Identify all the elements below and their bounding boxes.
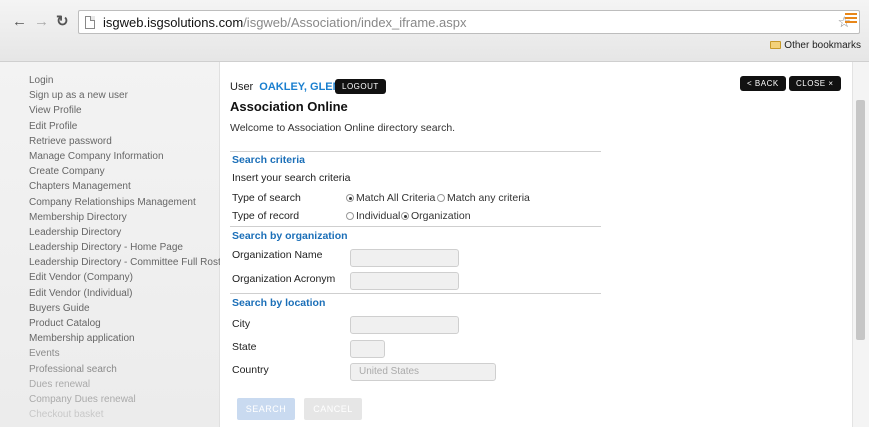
- sidebar-item-product-catalog[interactable]: Product Catalog: [0, 316, 219, 331]
- city-label: City: [232, 318, 251, 330]
- logout-button[interactable]: LOGOUT: [335, 79, 386, 94]
- sidebar-item-membership-directory[interactable]: Membership Directory: [0, 210, 219, 225]
- sidebar-item-buyers-guide[interactable]: Buyers Guide: [0, 301, 219, 316]
- sidebar-item-sign-up[interactable]: Sign up as a new user: [0, 88, 219, 103]
- radio-individual[interactable]: Individual: [346, 210, 400, 222]
- back-arrow-icon[interactable]: ←: [12, 14, 27, 30]
- organization-name-label: Organization Name: [232, 249, 323, 261]
- radio-match-any[interactable]: Match any criteria: [437, 192, 530, 204]
- country-select[interactable]: United States: [350, 363, 496, 381]
- back-button[interactable]: < BACK: [740, 76, 786, 91]
- organization-name-input[interactable]: [350, 249, 459, 267]
- radio-individual-indicator[interactable]: [346, 212, 354, 220]
- radio-individual-label: Individual: [356, 210, 401, 222]
- sidebar-item-manage-company[interactable]: Manage Company Information: [0, 149, 219, 164]
- country-label: Country: [232, 364, 269, 376]
- sidebar: Login Sign up as a new user View Profile…: [0, 62, 230, 427]
- search-button[interactable]: SEARCH: [237, 398, 295, 420]
- other-bookmarks-label: Other bookmarks: [784, 40, 861, 51]
- reload-icon[interactable]: ↻: [56, 14, 69, 30]
- sidebar-item-view-profile[interactable]: View Profile: [0, 103, 219, 118]
- sidebar-item-edit-vendor-individual[interactable]: Edit Vendor (Individual): [0, 286, 219, 301]
- radio-match-all[interactable]: Match All Criteria: [346, 192, 435, 204]
- sidebar-item-company-dues-renewal[interactable]: Company Dues renewal: [0, 392, 219, 407]
- sidebar-item-membership-application[interactable]: Membership application: [0, 331, 219, 346]
- sidebar-item-leadership-directory[interactable]: Leadership Directory: [0, 225, 219, 240]
- radio-match-all-label: Match All Criteria: [356, 192, 436, 204]
- state-label: State: [232, 341, 257, 353]
- radio-organization[interactable]: Organization: [401, 210, 471, 222]
- location-heading: Search by location: [232, 297, 326, 309]
- type-of-record-label: Type of record: [232, 210, 300, 222]
- sidebar-item-dues-renewal[interactable]: Dues renewal: [0, 377, 219, 392]
- forward-arrow-icon[interactable]: →: [34, 14, 49, 30]
- organization-heading: Search by organization: [232, 230, 348, 242]
- radio-match-all-indicator[interactable]: [346, 194, 354, 202]
- cancel-button[interactable]: CANCEL: [304, 398, 362, 420]
- url-host: isgweb.isgsolutions.com: [103, 15, 244, 30]
- user-prefix: User: [230, 81, 254, 93]
- organization-acronym-label: Organization Acronym: [232, 273, 336, 285]
- address-bar[interactable]: isgweb.isgsolutions.com/isgweb/Associati…: [78, 10, 860, 34]
- sidebar-item-events[interactable]: Events: [0, 346, 219, 361]
- sidebar-item-retrieve-password[interactable]: Retrieve password: [0, 134, 219, 149]
- search-criteria-instruction: Insert your search criteria: [232, 172, 351, 184]
- page-scrollbar[interactable]: [852, 62, 869, 427]
- sidebar-item-edit-profile[interactable]: Edit Profile: [0, 119, 219, 134]
- user-name-link[interactable]: OAKLEY, GLEN: [259, 81, 340, 93]
- city-input[interactable]: [350, 316, 459, 334]
- scrollbar-thumb[interactable]: [856, 100, 865, 340]
- welcome-text: Welcome to Association Online directory …: [230, 122, 456, 134]
- url-path: /isgweb/Association/index_iframe.aspx: [243, 15, 467, 30]
- organization-acronym-input[interactable]: [350, 272, 459, 290]
- close-button[interactable]: CLOSE ×: [789, 76, 841, 91]
- divider: [230, 226, 601, 227]
- sidebar-item-professional-search[interactable]: Professional search: [0, 362, 219, 377]
- sidebar-item-edit-vendor-company[interactable]: Edit Vendor (Company): [0, 270, 219, 285]
- page-icon: [85, 16, 95, 29]
- other-bookmarks[interactable]: Other bookmarks: [770, 40, 861, 51]
- sidebar-item-leadership-committee[interactable]: Leadership Directory - Committee Full Ro…: [0, 255, 230, 270]
- user-line: User OAKLEY, GLEN: [230, 81, 341, 93]
- page-title: Association Online: [230, 99, 348, 114]
- type-of-search-label: Type of search: [232, 192, 301, 204]
- radio-match-any-label: Match any criteria: [447, 192, 530, 204]
- folder-icon: [770, 41, 782, 49]
- radio-organization-indicator[interactable]: [401, 212, 409, 220]
- sidebar-item-leadership-home[interactable]: Leadership Directory - Home Page: [0, 240, 219, 255]
- sidebar-menu: Login Sign up as a new user View Profile…: [0, 62, 230, 422]
- divider: [230, 293, 601, 294]
- radio-match-any-indicator[interactable]: [437, 194, 445, 202]
- main-content: User OAKLEY, GLEN LOGOUT < BACK CLOSE × …: [220, 62, 852, 427]
- url-text[interactable]: isgweb.isgsolutions.com/isgweb/Associati…: [103, 15, 466, 30]
- search-criteria-heading: Search criteria: [232, 154, 305, 166]
- sidebar-item-chapters[interactable]: Chapters Management: [0, 179, 219, 194]
- menu-icon[interactable]: [845, 13, 857, 23]
- sidebar-item-company-relationships[interactable]: Company Relationships Management: [0, 195, 219, 210]
- sidebar-item-create-company[interactable]: Create Company: [0, 164, 219, 179]
- browser-toolbar: ← → ↻ isgweb.isgsolutions.com/isgweb/Ass…: [0, 0, 869, 62]
- divider: [230, 151, 601, 152]
- state-select[interactable]: [350, 340, 385, 358]
- sidebar-item-checkout-basket[interactable]: Checkout basket: [0, 407, 219, 422]
- sidebar-item-login[interactable]: Login: [0, 73, 219, 88]
- radio-organization-label: Organization: [411, 210, 471, 222]
